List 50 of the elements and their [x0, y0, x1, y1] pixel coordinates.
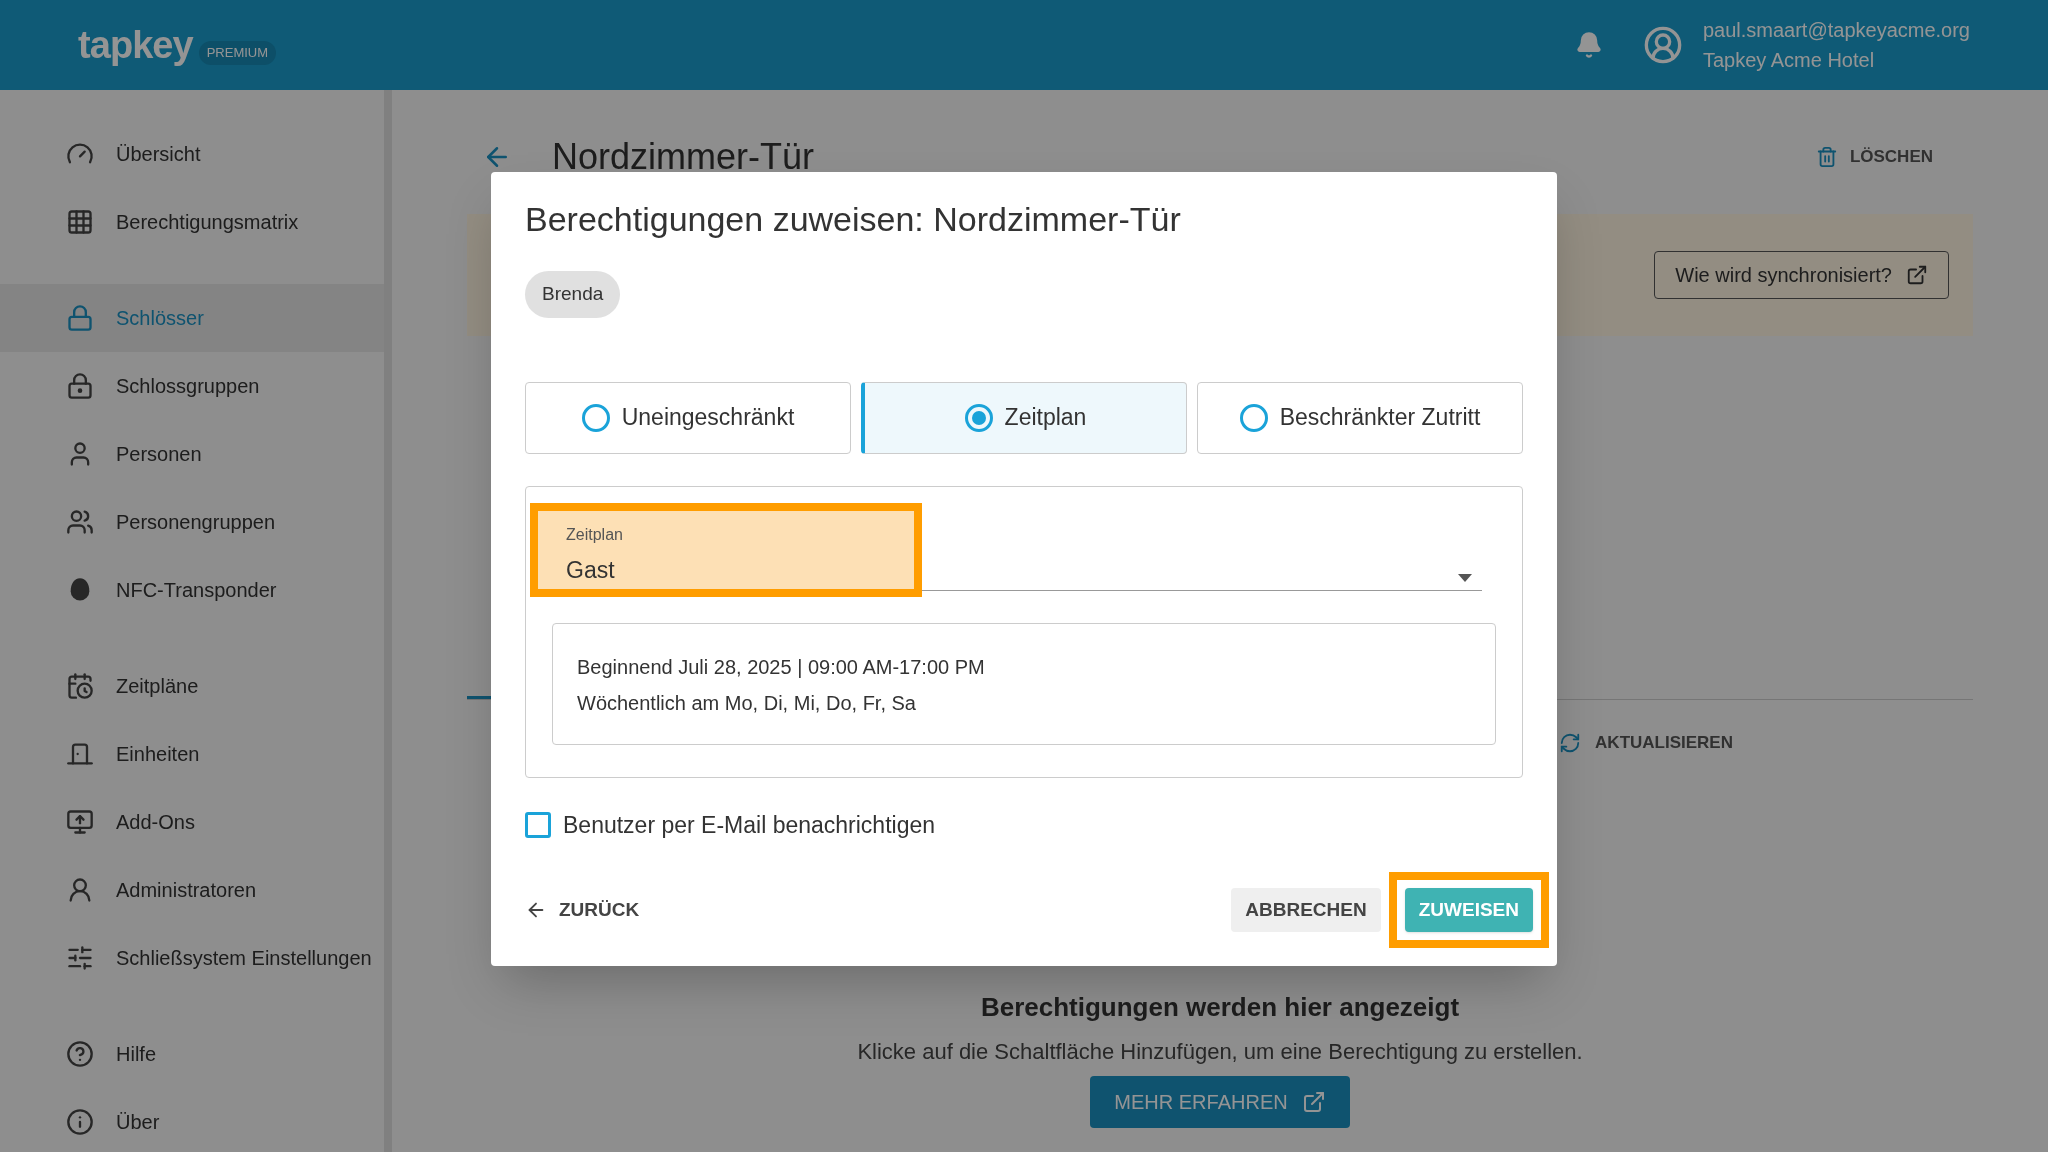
access-type-option[interactable]: Zeitplan: [861, 381, 1187, 454]
notify-checkbox[interactable]: Benutzer per E-Mail benachrichtigen: [525, 807, 1523, 842]
person-chip: Brenda: [525, 271, 621, 318]
dialog-title: Berechtigungen zuweisen: Nordzimmer-Tür: [525, 199, 1182, 240]
calendar-clock-icon: [66, 672, 94, 700]
cancel-button[interactable]: ABBRECHEN: [1231, 888, 1381, 932]
people-icon: [66, 508, 94, 536]
sidebar-item[interactable]: Zeitpläne: [0, 652, 384, 720]
sidebar-item[interactable]: Administratoren: [0, 856, 384, 924]
sidebar-item[interactable]: Personen: [0, 420, 384, 488]
sidebar-item[interactable]: Hilfe: [0, 1020, 384, 1088]
external-link-icon: [1301, 1089, 1326, 1114]
sidebar-item[interactable]: Übersicht: [0, 120, 384, 188]
sidebar-item[interactable]: Berechtigungsmatrix: [0, 188, 384, 256]
trash-icon: [1815, 146, 1838, 168]
refresh-icon: [1559, 731, 1582, 754]
logo: tapkey: [78, 22, 193, 68]
back-button[interactable]: ZURÜCK: [525, 895, 640, 925]
lock-group-icon: [66, 372, 94, 400]
lock-icon: [66, 304, 94, 332]
empty-state-text: Klicke auf die Schaltfläche Hinzufügen, um eine Berechtigung zu erstellen.: [857, 1037, 1583, 1066]
learn-more-button[interactable]: MEHR ERFAHREN: [1090, 1075, 1350, 1128]
external-link-icon: [1906, 264, 1928, 286]
schedule-summary-line: Beginnend Juli 28, 2025 | 09:00 AM-17:00 PM: [577, 654, 986, 680]
refresh-button[interactable]: AKTUALISIEREN: [1559, 730, 1733, 756]
sidebar-item[interactable]: Schlossgruppen: [0, 352, 384, 420]
access-type-option[interactable]: Uneingeschränkt: [525, 381, 851, 454]
user-email: paul.smaart@tapkeyacme.org: [1702, 18, 1970, 43]
access-type-option[interactable]: Beschränkter Zutritt: [1197, 381, 1523, 454]
delete-button[interactable]: LÖSCHEN: [1815, 144, 1933, 170]
sidebar-item[interactable]: Einheiten: [0, 720, 384, 788]
sidebar-item[interactable]: Schließsystem Einstellungen: [0, 924, 384, 992]
grid-icon: [66, 208, 94, 236]
page-title: Nordzimmer-Tür: [552, 135, 814, 179]
organization-name: Tapkey Acme Hotel: [1702, 48, 1876, 73]
sync-button[interactable]: Wie wird synchronisiert?: [1654, 251, 1949, 299]
sidebar-item[interactable]: Add-Ons: [0, 788, 384, 856]
empty-state-title: Berechtigungen werden hier angezeigt: [980, 990, 1460, 1024]
help-icon: [66, 1040, 94, 1068]
account-icon[interactable]: [1642, 25, 1683, 65]
notifications-icon[interactable]: [1574, 31, 1603, 59]
premium-badge: PREMIUM: [198, 41, 277, 65]
sidebar-item[interactable]: Personengruppen: [0, 488, 384, 556]
schedule-summary-line: Wöchentlich am Mo, Di, Mi, Do, Fr, Sa: [577, 690, 917, 716]
info-icon: [66, 1108, 94, 1136]
dropdown-caret-icon: [1458, 573, 1472, 582]
sliders-icon: [66, 944, 94, 972]
schedule-select[interactable]: Zeitplan Gast: [538, 510, 914, 589]
sidebar-item[interactable]: Über: [0, 1088, 384, 1152]
sidebar-item[interactable]: NFC-Transponder: [0, 556, 384, 624]
